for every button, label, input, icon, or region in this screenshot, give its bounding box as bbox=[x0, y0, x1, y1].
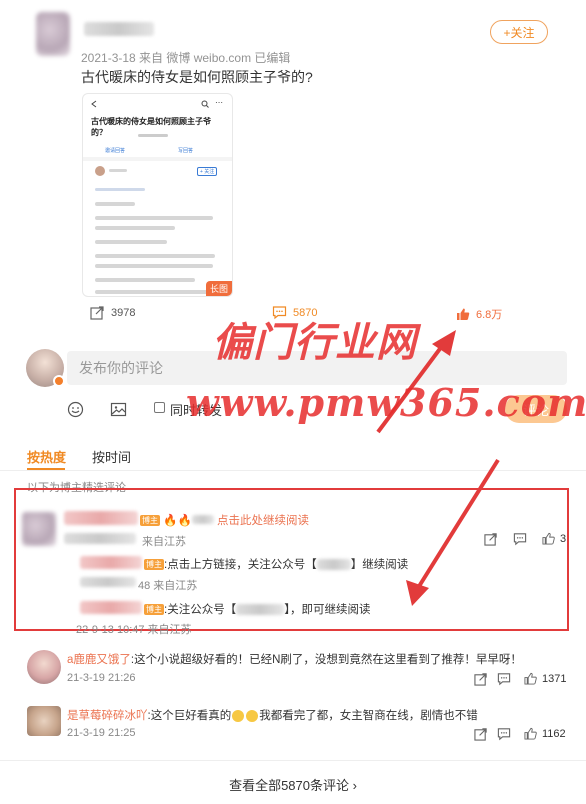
featured-avatar[interactable] bbox=[22, 512, 56, 546]
reply-2-text: 博主:关注公众号【 】，即可继续阅读 bbox=[144, 604, 371, 616]
follow-button[interactable]: +关注 bbox=[490, 20, 548, 44]
share-count: 3978 bbox=[111, 306, 136, 319]
reply-1-time: 48 来自江苏 bbox=[138, 580, 198, 592]
comment-author[interactable]: a鹿鹿又饿了 bbox=[67, 654, 131, 666]
comment-icon[interactable] bbox=[497, 672, 511, 686]
comment-2: 是草莓碎碎冰吖:这个巨好看真的 我都看完了都，女主智商在线，剧情也不错 bbox=[67, 709, 478, 722]
laugh-emoji-icon bbox=[246, 709, 259, 722]
watermark-title: 偏门行业网 bbox=[212, 319, 417, 366]
reply-2-time: 22-9-13 10:47 来自江苏 bbox=[76, 624, 192, 636]
tab-time[interactable]: 按时间 bbox=[92, 447, 131, 466]
featured-author-name[interactable] bbox=[64, 511, 138, 525]
divider bbox=[0, 760, 586, 761]
tab-hot[interactable]: 按热度 bbox=[27, 447, 66, 466]
share-icon[interactable] bbox=[474, 727, 488, 741]
post-meta: 2021-3-18 来自 微博 weibo.com 已编辑 bbox=[81, 51, 291, 65]
comment-1-time: 21-3-19 21:26 bbox=[67, 672, 136, 684]
poster-name[interactable] bbox=[84, 22, 154, 36]
share-icon[interactable] bbox=[474, 672, 488, 686]
thumbs-up-icon bbox=[457, 308, 470, 320]
divider bbox=[0, 470, 586, 471]
search-icon bbox=[201, 100, 209, 108]
comment-avatar[interactable] bbox=[27, 706, 61, 736]
thumbs-up-icon[interactable] bbox=[542, 532, 555, 545]
emoji-icon[interactable] bbox=[67, 401, 84, 418]
share-action[interactable]: 3978 bbox=[90, 305, 135, 320]
reply-author-name[interactable] bbox=[80, 601, 142, 614]
share-icon[interactable] bbox=[484, 532, 498, 546]
thumb-avatar bbox=[95, 166, 105, 176]
thumbs-up-icon[interactable] bbox=[524, 672, 537, 685]
more-icon: ⋯ bbox=[215, 98, 223, 107]
post-image-thumbnail[interactable]: ⋯ 古代暖床的侍女是如何照顾主子爷的？ 邀请回答 写回答 + 关注 长图 bbox=[82, 93, 233, 297]
comment-icon[interactable] bbox=[513, 532, 527, 546]
comment-author[interactable]: 是草莓碎碎冰吖 bbox=[67, 710, 148, 722]
like-count: 6.8万 bbox=[476, 309, 503, 321]
poster-avatar[interactable] bbox=[36, 12, 70, 56]
comment-icon[interactable] bbox=[497, 727, 511, 741]
comment-2-likes: 1162 bbox=[542, 728, 566, 740]
thumb-tab-invite: 邀请回答 bbox=[105, 148, 126, 154]
blogger-tag: 博主 bbox=[140, 515, 160, 527]
my-avatar[interactable] bbox=[26, 349, 65, 387]
comment-1: a鹿鹿又饿了:这个小说超级好看的！已经N刷了，没想到竟然在这里看到了推荐！早早呀… bbox=[67, 654, 522, 666]
thumb-follow: + 关注 bbox=[197, 167, 218, 176]
image-icon[interactable] bbox=[110, 401, 127, 418]
watermark-url: www.pmw365.com bbox=[186, 380, 586, 425]
thumbs-up-icon[interactable] bbox=[524, 727, 537, 740]
like-action[interactable]: 6.8万 bbox=[456, 306, 502, 322]
reply-1-text: 博主:点击上方链接，关注公众号【 】继续阅读 bbox=[144, 559, 409, 571]
comment-1-likes: 1371 bbox=[542, 673, 567, 685]
laugh-emoji-icon bbox=[232, 709, 245, 722]
long-image-badge: 长图 bbox=[205, 281, 232, 296]
comment-avatar[interactable] bbox=[27, 650, 61, 684]
featured-comment: 博主 🔥🔥 点击此处继续阅读 bbox=[140, 515, 310, 527]
post-title: 古代暖床的侍女是如何照顾主子爷的? bbox=[81, 69, 313, 85]
back-arrow-icon bbox=[91, 100, 97, 108]
thumb-tab-write: 写回答 bbox=[178, 148, 194, 154]
share-icon bbox=[90, 306, 104, 320]
reply-author-name[interactable] bbox=[80, 556, 142, 569]
continue-reading-link[interactable]: 点击此处继续阅读 bbox=[217, 515, 309, 527]
comment-2-time: 21-3-19 21:25 bbox=[67, 727, 136, 739]
featured-like-count: 3 bbox=[560, 533, 567, 545]
repost-checkbox[interactable] bbox=[154, 402, 165, 413]
view-all-comments-link[interactable]: 查看全部5870条评论 › bbox=[0, 775, 586, 794]
featured-location: 来自江苏 bbox=[142, 536, 186, 548]
